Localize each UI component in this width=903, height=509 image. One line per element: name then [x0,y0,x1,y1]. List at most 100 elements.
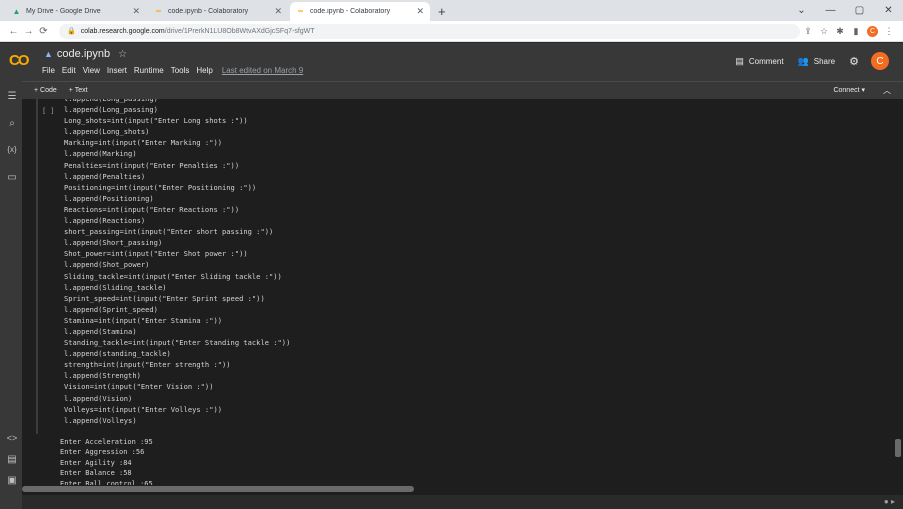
last-edited-link[interactable]: Last edited on March 9 [222,66,303,75]
close-icon[interactable]: ✕ [274,6,282,17]
code-line: Volleys=int(input("Enter Volleys :")) [64,404,223,414]
terminal-icon[interactable]: ▣ [6,475,18,486]
screen: ▲ My Drive - Google Drive ✕ ∞ code.ipynb… [0,0,903,509]
code-line: Sliding_tackle=int(input("Enter Sliding … [64,271,282,281]
menu-edit[interactable]: Edit [62,66,76,75]
menu-insert[interactable]: Insert [107,66,127,75]
output-line: Enter Ball control :65 [60,479,153,485]
code-line: Positioning=int(input("Enter Positioning… [64,182,257,192]
browser-menu-icon[interactable]: ⋮ [881,26,897,37]
output-line: Enter Agility :84 [60,458,132,467]
drive-icon: ▲ [44,49,53,59]
colab-header: CO ▲ code.ipynb ☆ File Edit View Insert … [0,43,903,81]
share-label: Share [813,56,836,66]
code-line: short_passing=int(input("Enter short pas… [64,227,274,237]
forward-icon[interactable]: → [21,26,36,37]
url-field[interactable]: 🔒 colab.research.google.com/drive/1Prerk… [59,23,800,39]
comment-label: Comment [748,56,784,66]
toc-icon[interactable]: ☰ [6,91,18,102]
share-page-icon[interactable]: ⇪ [800,26,816,37]
address-bar: ← → ⟳ 🔒 colab.research.google.com/drive/… [0,21,903,42]
horizontal-scrollbar[interactable] [22,486,414,492]
reload-icon[interactable]: ⟳ [36,26,51,37]
code-line: l.append(Long_passing) [64,105,158,115]
menu-view[interactable]: View [83,66,100,75]
extensions-icon[interactable]: ✱ [832,26,848,37]
variables-icon[interactable]: {x} [6,145,18,154]
colab-logo[interactable]: CO [9,52,29,69]
close-icon[interactable]: ✕ [132,6,140,17]
notebook-toolbar: + Code + Text Connect ▾ ︿ [22,81,903,99]
colab-icon: ∞ [156,8,161,15]
collapse-icon[interactable]: ︿ [883,85,891,96]
notebook-name[interactable]: code.ipynb [57,48,110,60]
cell-output: Enter Acceleration :95 Enter Aggression :… [60,437,153,485]
code-line: Reactions=int(input("Enter Reactions :")… [64,204,240,214]
code-line: l.append(Volleys) [64,415,137,425]
code-line: strength=int(input("Enter strength :")) [64,360,231,370]
people-icon: 👥 [797,55,809,66]
notebook-content: [ ] l.append(Long_passing)l.append(Long_… [22,99,903,495]
star-icon[interactable]: ☆ [118,49,127,60]
connect-button[interactable]: Connect ▾ [833,86,865,94]
code-line: Standing_tackle=int(input("Enter Standin… [64,338,291,348]
code-line: l.append(Positioning) [64,193,154,203]
new-tab-button[interactable]: + [432,2,452,21]
code-editor[interactable]: l.append(Long_passing)l.append(Long_pass… [64,99,290,426]
menu-file[interactable]: File [42,66,55,75]
menu-tools[interactable]: Tools [171,66,190,75]
gear-icon[interactable]: ⚙ [849,55,859,68]
status-icon: ● ▸ [883,497,895,506]
code-line: l.append(Shot_power) [64,260,150,270]
menu-help[interactable]: Help [196,66,212,75]
browser-tab-colab-2[interactable]: ∞ code.ipynb - Colaboratory ✕ [290,2,430,21]
avatar[interactable]: C [871,52,889,70]
code-line: l.append(Sprint_speed) [64,304,158,314]
menu-runtime[interactable]: Runtime [134,66,164,75]
back-icon[interactable]: ← [6,26,21,37]
code-line: l.append(Strength) [64,371,141,381]
code-line: l.append(Short_passing) [64,238,163,248]
header-actions: ▤ Comment 👥 Share ⚙ C [721,52,889,70]
code-cell[interactable]: [ ] l.append(Long_passing)l.append(Long_… [36,99,892,434]
folder-icon[interactable]: ▭ [6,172,18,183]
chevron-down-icon[interactable]: ⌄ [787,5,816,16]
add-code-button[interactable]: + Code [34,87,57,94]
output-line: Enter Aggression :56 [60,448,145,457]
comment-button[interactable]: ▤ Comment [735,56,783,67]
close-icon[interactable]: ✕ [416,6,424,17]
code-line: Shot_power=int(input("Enter Shot power :… [64,249,248,259]
code-line: l.append(Stamina) [64,326,137,336]
code-line: Penalties=int(input("Enter Penalties :")… [64,160,240,170]
restore-icon[interactable]: ▢ [845,5,874,16]
browser-tab-drive[interactable]: ▲ My Drive - Google Drive ✕ [6,2,146,21]
vertical-scrollbar[interactable] [895,439,901,457]
profile-avatar[interactable]: C [867,25,878,37]
code-line: Long_shots=int(input("Enter Long shots :… [64,116,248,126]
code-line: l.append(standing_tackle) [64,349,171,359]
menu-bar: File Edit View Insert Runtime Tools Help… [42,66,310,75]
code-line: l.append(Marking) [64,149,137,159]
code-snippets-icon[interactable]: <> [6,433,18,443]
code-line: Vision=int(input("Enter Vision :")) [64,382,214,392]
minimize-icon[interactable]: — [816,5,845,16]
url-path: /drive/1PrerkN1LU8Ob8WtvAXdGjcSFq7-sfgWT [164,27,315,35]
run-cell-indicator[interactable]: [ ] [42,107,55,115]
browser-tab-colab-1[interactable]: ∞ code.ipynb - Colaboratory ✕ [148,2,288,21]
code-line: l.append(Vision) [64,393,133,403]
code-line: Stamina=int(input("Enter Stamina :")) [64,315,223,325]
sidepanel-icon[interactable]: ▮ [848,26,864,37]
share-button[interactable]: 👥 Share [798,56,836,67]
tab-title: code.ipynb - Colaboratory [168,8,249,15]
output-line: Enter Balance :58 [60,469,132,478]
window-controls: ⌄ — ▢ ✕ [787,0,903,21]
left-sidebar: ☰ ⌕ {x} ▭ <> ▤ ▣ [0,81,22,509]
add-text-button[interactable]: + Text [69,87,88,94]
command-palette-icon[interactable]: ▤ [6,454,18,465]
bookmark-star-icon[interactable]: ☆ [816,26,832,37]
code-line: l.append(Sliding_tackle) [64,282,167,292]
colab-icon: ∞ [298,8,303,15]
search-icon[interactable]: ⌕ [6,118,18,129]
comment-icon: ▤ [735,55,744,66]
close-window-icon[interactable]: ✕ [874,5,903,16]
